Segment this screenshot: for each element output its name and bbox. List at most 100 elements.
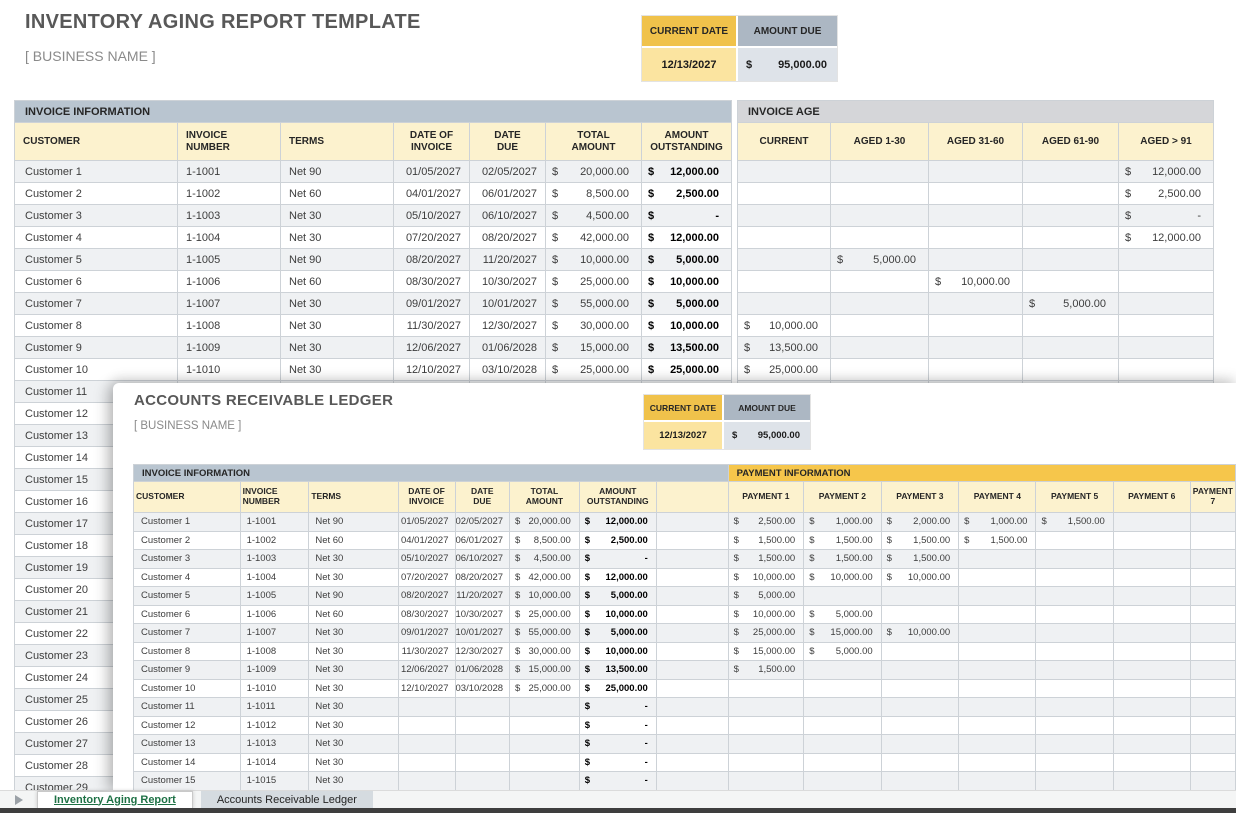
cell-payment-2[interactable]: $1,500.00: [804, 531, 881, 550]
cell-total-amount[interactable]: $8,500.00: [546, 183, 642, 205]
cell-date-due[interactable]: 12/30/2027: [455, 642, 510, 661]
cell-terms[interactable]: Net 90: [309, 587, 398, 606]
cell-total-amount[interactable]: $10,000.00: [510, 587, 580, 606]
cell-terms[interactable]: Net 30: [309, 550, 398, 569]
cell-date-of-invoice[interactable]: 12/10/2027: [398, 679, 455, 698]
cell-payment-1[interactable]: $10,000.00: [728, 568, 804, 587]
cell-date-of-invoice[interactable]: 07/20/2027: [398, 568, 455, 587]
cell-terms[interactable]: Net 30: [309, 716, 398, 735]
cell-invoice-number[interactable]: 1-1011: [240, 698, 309, 717]
cell-current[interactable]: $25,000.00: [738, 359, 831, 381]
cell-terms[interactable]: Net 90: [281, 249, 394, 271]
sheet-nav-right-arrow-icon[interactable]: [15, 795, 23, 805]
cell-aged-61-90[interactable]: [1023, 205, 1119, 227]
amount-due-value-cell[interactable]: $ 95,000.00: [738, 48, 837, 81]
cell-customer[interactable]: Customer 8: [134, 642, 241, 661]
cell-customer[interactable]: Customer 2: [15, 183, 178, 205]
cell-date-of-invoice[interactable]: [398, 698, 455, 717]
cell-total-amount[interactable]: $20,000.00: [546, 161, 642, 183]
column-header-terms[interactable]: TERMS: [281, 123, 394, 161]
cell-aged-31-60[interactable]: $10,000.00: [929, 271, 1023, 293]
cell-customer[interactable]: Customer 2: [134, 531, 241, 550]
cell-aged-61-90[interactable]: [1023, 271, 1119, 293]
cell-payment-2[interactable]: $1,000.00: [804, 513, 881, 532]
cell-date-of-invoice[interactable]: 05/10/2027: [398, 550, 455, 569]
cell-terms[interactable]: Net 30: [281, 293, 394, 315]
cell-payment-6[interactable]: [1113, 698, 1190, 717]
cell-customer[interactable]: Customer 10: [15, 359, 178, 381]
cell-payment-1[interactable]: $2,500.00: [728, 513, 804, 532]
cell-date-of-invoice[interactable]: 01/05/2027: [394, 161, 470, 183]
cell-payment-5[interactable]: [1036, 624, 1113, 643]
column-header-invoice-number[interactable]: INVOICE NUMBER: [240, 482, 309, 513]
cell-date-due[interactable]: [455, 716, 510, 735]
cell-total-amount[interactable]: [510, 735, 580, 754]
cell-terms[interactable]: Net 60: [281, 183, 394, 205]
cell-amount-outstanding[interactable]: $-: [579, 772, 656, 791]
cell-terms[interactable]: Net 30: [309, 735, 398, 754]
cell-amount-outstanding[interactable]: $10,000.00: [579, 605, 656, 624]
cell-invoice-number[interactable]: 1-1006: [240, 605, 309, 624]
cell-customer[interactable]: Customer 7: [15, 293, 178, 315]
cell-payment-3[interactable]: $2,000.00: [881, 513, 958, 532]
cell-amount-outstanding[interactable]: $5,000.00: [579, 624, 656, 643]
cell-payment-2[interactable]: $10,000.00: [804, 568, 881, 587]
cell-payment-6[interactable]: [1113, 605, 1190, 624]
cell-date-due[interactable]: 08/20/2027: [470, 227, 546, 249]
cell-payment-6[interactable]: [1113, 753, 1190, 772]
cell-date-due[interactable]: 10/01/2027: [470, 293, 546, 315]
cell-payment-7[interactable]: [1190, 605, 1235, 624]
cell-payment-4[interactable]: [959, 735, 1036, 754]
cell-payment-1[interactable]: $1,500.00: [728, 550, 804, 569]
cell-customer[interactable]: Customer 1: [15, 161, 178, 183]
cell-payment-1[interactable]: [728, 772, 804, 791]
cell-invoice-number[interactable]: 1-1007: [240, 624, 309, 643]
cell-total-amount[interactable]: $30,000.00: [510, 642, 580, 661]
cell-amount-outstanding[interactable]: $-: [579, 735, 656, 754]
cell-terms[interactable]: Net 60: [309, 605, 398, 624]
cell-payment-2[interactable]: [804, 753, 881, 772]
column-header-payment-5[interactable]: PAYMENT 5: [1036, 482, 1113, 513]
cell-payment-6[interactable]: [1113, 568, 1190, 587]
cell-payment-1[interactable]: $5,000.00: [728, 587, 804, 606]
column-header-payment-3[interactable]: PAYMENT 3: [881, 482, 958, 513]
cell-date-due[interactable]: 10/30/2027: [470, 271, 546, 293]
cell-payment-3[interactable]: [881, 772, 958, 791]
cell-total-amount[interactable]: [510, 772, 580, 791]
cell-invoice-number[interactable]: 1-1009: [178, 337, 281, 359]
cell-date-due[interactable]: 06/01/2027: [470, 183, 546, 205]
cell-invoice-number[interactable]: 1-1005: [178, 249, 281, 271]
cell-payment-2[interactable]: [804, 735, 881, 754]
cell-current[interactable]: [738, 183, 831, 205]
cell-payment-5[interactable]: $1,500.00: [1036, 513, 1113, 532]
cell-aged-31-60[interactable]: [929, 161, 1023, 183]
cell-aged-61-90[interactable]: [1023, 359, 1119, 381]
cell-payment-2[interactable]: $5,000.00: [804, 605, 881, 624]
cell-payment-4[interactable]: [959, 587, 1036, 606]
cell-total-amount[interactable]: $42,000.00: [510, 568, 580, 587]
cell-payment-4[interactable]: [959, 568, 1036, 587]
cell-total-amount[interactable]: $55,000.00: [510, 624, 580, 643]
cell-total-amount[interactable]: $8,500.00: [510, 531, 580, 550]
cell-payment-6[interactable]: [1113, 624, 1190, 643]
cell-aged-31-60[interactable]: [929, 359, 1023, 381]
cell-aged-1-30[interactable]: [831, 183, 929, 205]
cell-terms[interactable]: Net 30: [281, 205, 394, 227]
cell-amount-outstanding[interactable]: $5,000.00: [642, 249, 732, 271]
cell-aged-31-60[interactable]: [929, 337, 1023, 359]
cell-total-amount[interactable]: $30,000.00: [546, 315, 642, 337]
cell-date-of-invoice[interactable]: 11/30/2027: [394, 315, 470, 337]
cell-amount-outstanding[interactable]: $25,000.00: [579, 679, 656, 698]
column-header-payment-7[interactable]: PAYMENT 7: [1190, 482, 1235, 513]
cell-date-of-invoice[interactable]: 12/10/2027: [394, 359, 470, 381]
cell-aged-31-60[interactable]: [929, 315, 1023, 337]
column-header-aged-31-60[interactable]: AGED 31-60: [929, 123, 1023, 161]
cell-aged-1-30[interactable]: [831, 359, 929, 381]
cell-amount-outstanding[interactable]: $25,000.00: [642, 359, 732, 381]
cell-date-due[interactable]: [455, 735, 510, 754]
cell-terms[interactable]: Net 30: [281, 315, 394, 337]
cell-payment-6[interactable]: [1113, 716, 1190, 735]
cell-aged-over-91[interactable]: [1119, 293, 1214, 315]
cell-total-amount[interactable]: $15,000.00: [546, 337, 642, 359]
cell-total-amount[interactable]: [510, 716, 580, 735]
